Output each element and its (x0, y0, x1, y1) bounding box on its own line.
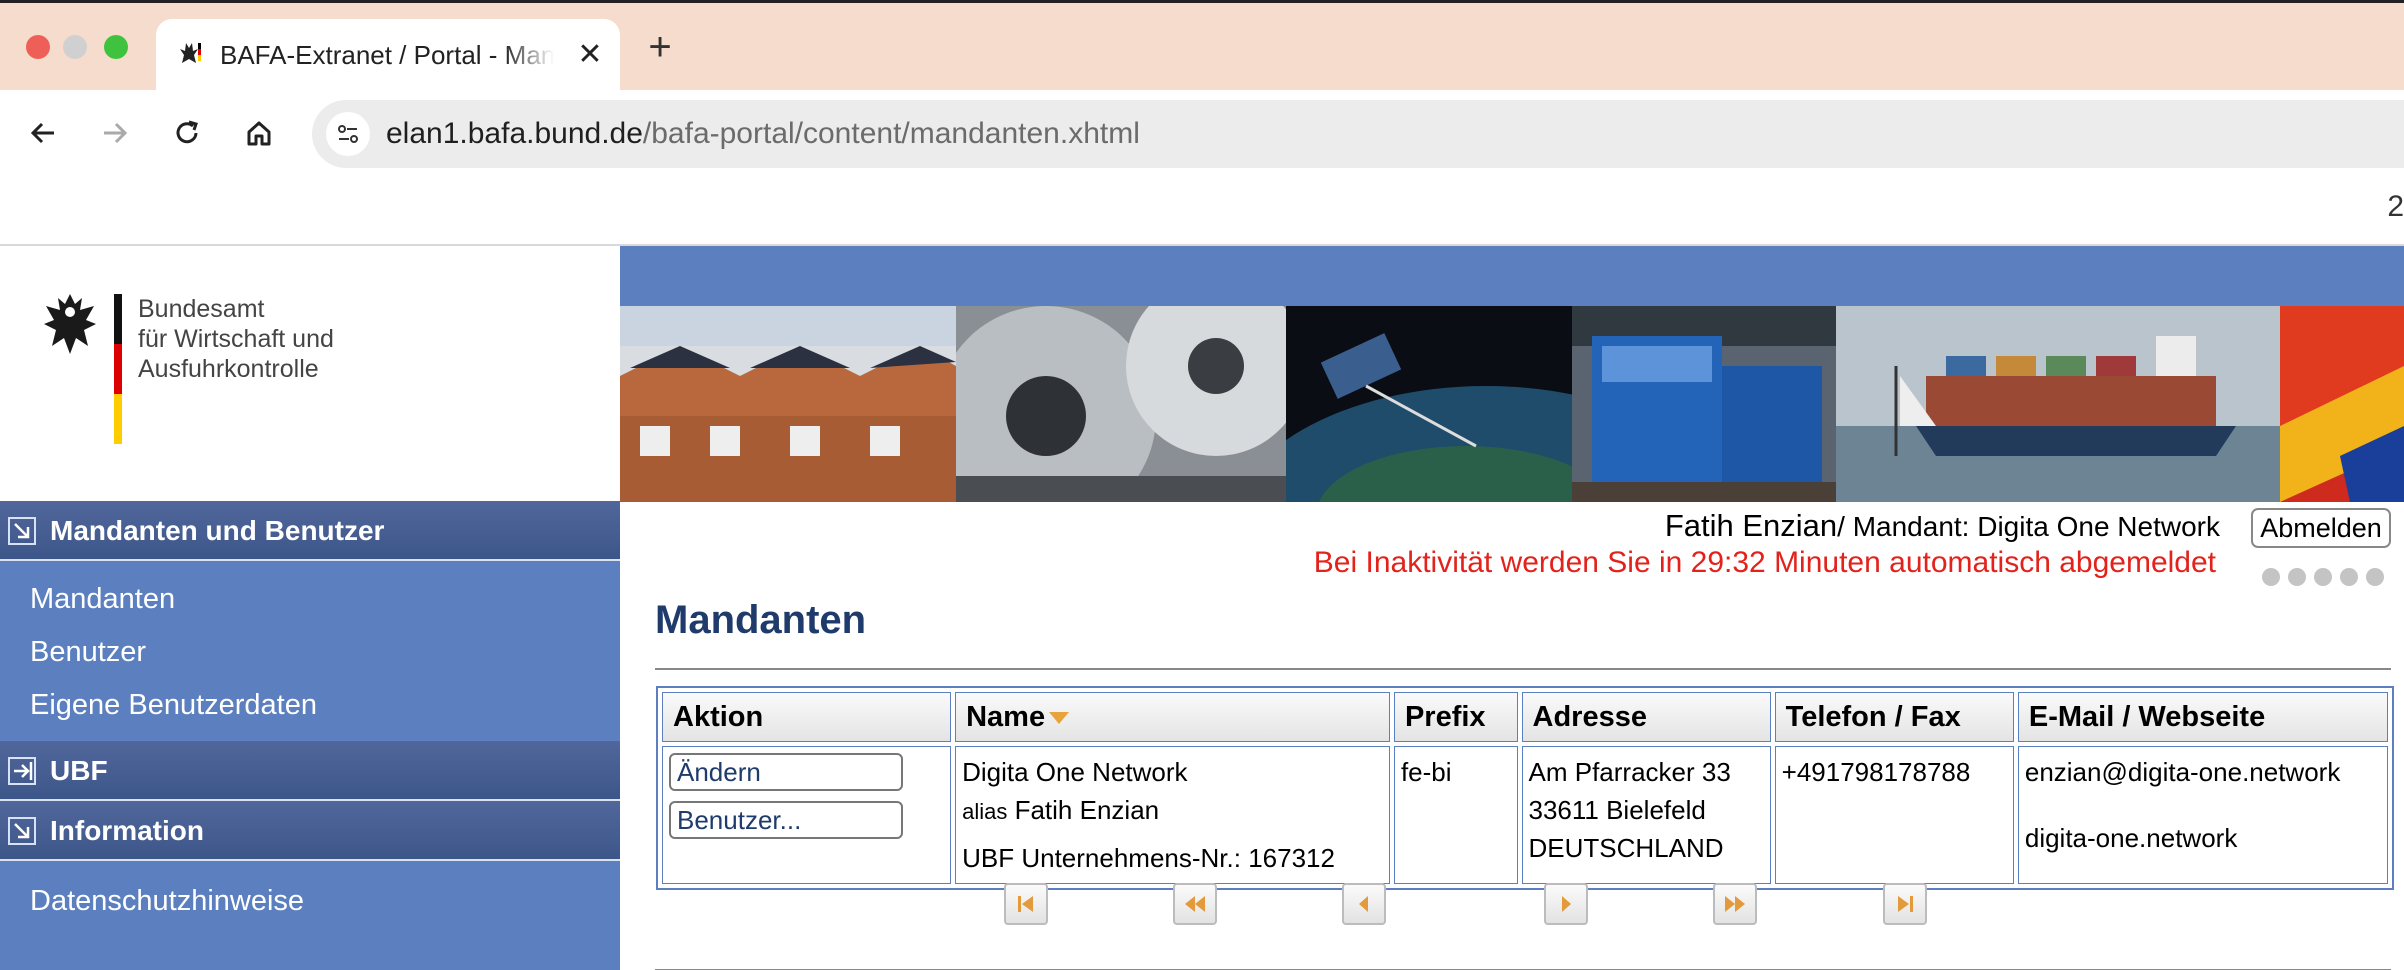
column-header-email-webseite: E-Mail / Webseite (2017, 692, 2388, 742)
sidebar-section-information[interactable]: Information (0, 801, 620, 861)
cell-address: Am Pfarracker 33 33611 Bielefeld DEUTSCH… (1521, 746, 1771, 884)
sidebar-section-label: Mandanten und Benutzer (50, 515, 385, 546)
close-window-button[interactable] (26, 35, 50, 59)
alias-name: Fatih Enzian (1014, 795, 1160, 825)
last-page-icon[interactable] (1883, 883, 1927, 925)
website-text: digita-one.network (2024, 823, 2238, 853)
bookmark-bar: 2 (0, 176, 2404, 246)
cell-prefix: fe-bi (1393, 746, 1518, 884)
inactivity-warning: Bei Inaktivität werden Sie in 29:32 Minu… (1313, 546, 2216, 579)
solar-houses-photo-icon (620, 306, 956, 502)
cell-actions: Ändern Benutzer... (662, 746, 952, 884)
steel-coils-photo-icon (956, 306, 1286, 502)
alias-prefix: alias (962, 799, 1008, 824)
table-header-row: Aktion Name Prefix Adresse Telefon / Fax… (662, 692, 2388, 742)
trade-fair-booth-photo-icon (1572, 306, 1836, 502)
expand-icon (8, 757, 36, 785)
user-name: Fatih Enzian (1664, 508, 1838, 543)
address-bar[interactable]: elan1.bafa.bund.de/bafa-portal/content/m… (312, 100, 2404, 168)
mandant-info: / Mandant: Digita One Network (1837, 511, 2220, 542)
german-flag-bar (114, 294, 122, 444)
sidebar-item-benutzer[interactable]: Benutzer (30, 632, 146, 672)
browser-toolbar: elan1.bafa.bund.de/bafa-portal/content/m… (0, 90, 2404, 176)
first-page-icon[interactable] (1004, 883, 1048, 925)
sidebar-section-mandanten-und-benutzer[interactable]: Mandanten und Benutzer (0, 501, 620, 561)
column-header-prefix: Prefix (1393, 692, 1518, 742)
reload-icon[interactable] (164, 110, 210, 156)
browser-tab-active[interactable]: BAFA-Extranet / Portal - Mandanten ✕ (156, 19, 620, 93)
fast-rewind-icon[interactable] (1173, 883, 1217, 925)
mandant-name: Digita One Network (962, 757, 1188, 787)
sidebar-item-mandanten[interactable]: Mandanten (30, 579, 175, 619)
column-header-telefon-fax: Telefon / Fax (1774, 692, 2014, 742)
logo-line-2: für Wirtschaft und (138, 325, 334, 353)
users-button[interactable]: Benutzer... (669, 801, 903, 839)
back-arrow-icon[interactable] (20, 110, 66, 156)
eagle-favicon-icon (180, 43, 201, 63)
maximize-window-button[interactable] (104, 35, 128, 59)
bafa-logo[interactable]: Bundesamt für Wirtschaft und Ausfuhrkont… (0, 246, 620, 501)
cell-phone: +491798178788 (1774, 746, 2014, 884)
bookmark-bar-edge-text: 2 (2387, 190, 2404, 223)
mandant-alias: alias Fatih Enzian (962, 791, 1383, 831)
pagination (0, 883, 2404, 927)
email-text: enzian@digita-one.network (2024, 757, 2341, 787)
address-country: DEUTSCHLAND (1528, 833, 1724, 863)
cell-name: Digita One Network alias Fatih Enzian UB… (955, 746, 1390, 884)
sort-descending-icon (1049, 711, 1070, 724)
next-page-icon[interactable] (1544, 883, 1588, 925)
divider (655, 668, 2391, 670)
sidebar-section-label: UBF (50, 755, 108, 786)
fast-forward-icon[interactable] (1713, 883, 1757, 925)
container-ship-photo-icon (1836, 306, 2280, 502)
page-content: Bundesamt für Wirtschaft und Ausfuhrkont… (0, 246, 2404, 970)
flags-photo-icon (2280, 306, 2404, 502)
federal-eagle-icon (44, 294, 96, 354)
url-host: elan1.bafa.bund.de (386, 117, 643, 150)
sidebar-item-eigene-benutzerdaten[interactable]: Eigene Benutzerdaten (30, 685, 317, 725)
collapse-icon (8, 817, 36, 845)
column-header-adresse: Adresse (1521, 692, 1771, 742)
url-path: /bafa-portal/content/mandanten.xhtml (642, 117, 1140, 150)
logo-text: Bundesamt für Wirtschaft und Ausfuhrkont… (138, 294, 334, 384)
tab-title: BAFA-Extranet / Portal - Mandanten (220, 40, 554, 70)
home-icon[interactable] (236, 110, 282, 156)
sidebar-section-ubf[interactable]: UBF (0, 741, 620, 801)
forward-arrow-icon[interactable] (92, 110, 138, 156)
logout-button[interactable]: Abmelden (2251, 508, 2391, 548)
mandanten-table: Aktion Name Prefix Adresse Telefon / Fax… (656, 686, 2394, 890)
new-tab-button[interactable]: + (640, 25, 680, 69)
browser-tabstrip: BAFA-Extranet / Portal - Mandanten ✕ + (0, 0, 2404, 93)
table-row: Ändern Benutzer... Digita One Network al… (662, 746, 2388, 884)
collapse-icon (8, 517, 36, 545)
column-header-name-label: Name (966, 700, 1046, 733)
loading-dots-icon (2262, 568, 2384, 588)
cell-email-website: enzian@digita-one.network digita-one.net… (2017, 746, 2388, 884)
logo-line-3: Ausfuhrkontrolle (138, 355, 319, 383)
address-street: Am Pfarracker 33 (1528, 757, 1731, 787)
previous-page-icon[interactable] (1342, 883, 1386, 925)
header-banner-image (620, 306, 2404, 502)
minimize-window-button[interactable] (63, 35, 87, 59)
site-settings-icon[interactable] (326, 112, 370, 156)
sidebar-section-label: Information (50, 815, 204, 846)
tab-close-icon[interactable]: ✕ (570, 35, 610, 75)
satellite-earth-photo-icon (1286, 306, 1572, 502)
column-header-aktion: Aktion (662, 692, 952, 742)
user-info: Fatih Enzian/ Mandant: Digita One Networ… (1665, 508, 2220, 544)
edit-button[interactable]: Ändern (669, 753, 903, 791)
url-text[interactable]: elan1.bafa.bund.de/bafa-portal/content/m… (386, 100, 1140, 168)
page-title: Mandanten (655, 598, 867, 642)
logo-line-1: Bundesamt (138, 295, 265, 323)
header-blue-bar (620, 246, 2404, 306)
column-header-name[interactable]: Name (955, 692, 1390, 742)
ubf-number: UBF Unternehmens-Nr.: 167312 (962, 843, 1335, 873)
address-city: 33611 Bielefeld (1528, 795, 1706, 825)
